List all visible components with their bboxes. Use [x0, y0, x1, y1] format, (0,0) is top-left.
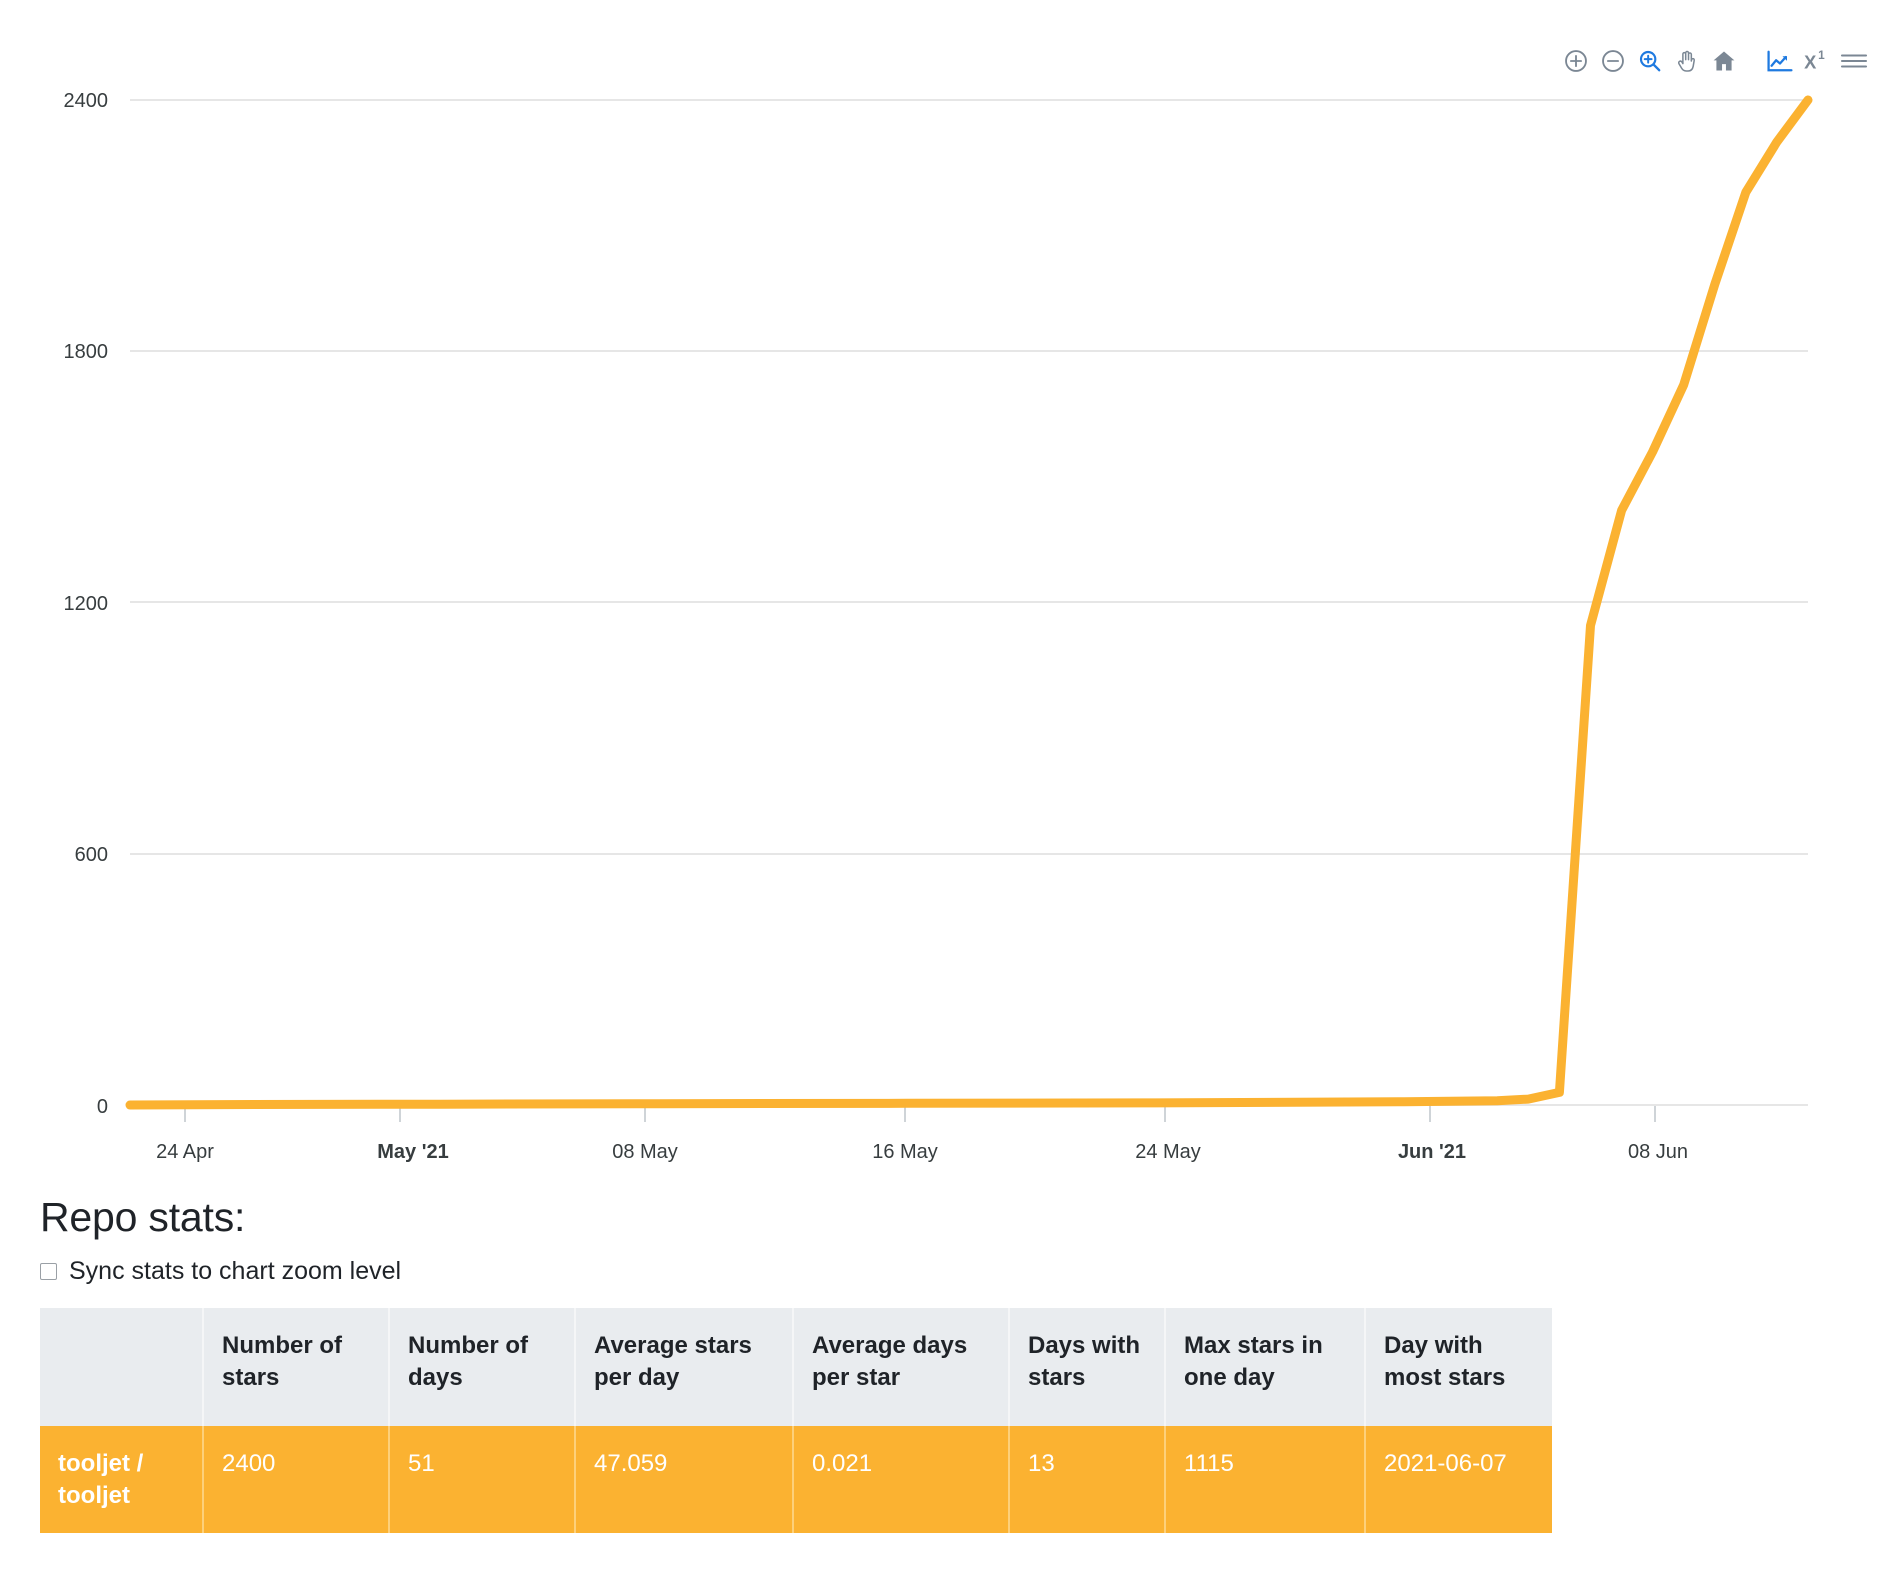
repo-stats-section: Repo stats: Sync stats to chart zoom lev…	[40, 1196, 1850, 1533]
table-row: tooljet / tooljet 2400 51 47.059 0.021 1…	[40, 1426, 1552, 1533]
y-tick-1800: 1800	[64, 341, 109, 363]
y-tick-0: 0	[97, 1096, 108, 1118]
col-header-repo	[40, 1308, 204, 1426]
col-header-day-with-most-stars: Day with most stars	[1366, 1308, 1552, 1426]
cell-average-stars-per-day: 47.059	[576, 1426, 794, 1533]
cell-day-with-most-stars: 2021-06-07	[1366, 1426, 1552, 1533]
x-tick-08-jun: 08 Jun	[1628, 1141, 1688, 1163]
y-tick-1200: 1200	[64, 593, 109, 615]
repo-stats-table: Number of stars Number of days Average s…	[40, 1308, 1552, 1533]
stars-over-time-chart: X 1 2400 1800	[0, 0, 1890, 1180]
x-tick-16-may: 16 May	[872, 1141, 938, 1163]
x-tick-24-apr: 24 Apr	[156, 1141, 214, 1163]
cell-number-of-stars: 2400	[204, 1426, 390, 1533]
cell-max-stars-in-one-day: 1115	[1166, 1426, 1366, 1533]
sync-stats-label[interactable]: Sync stats to chart zoom level	[69, 1257, 401, 1286]
sync-stats-checkbox[interactable]	[40, 1263, 57, 1280]
cell-days-with-stars: 13	[1010, 1426, 1166, 1533]
chart-plot-area[interactable]: 2400 1800 1200 600 0 24 Apr May '21 0	[0, 0, 1890, 1180]
col-header-avg-days-per-star: Average days per star	[794, 1308, 1010, 1426]
x-tick-may-21: May '21	[377, 1141, 448, 1163]
col-header-number-of-stars: Number of stars	[204, 1308, 390, 1426]
x-tick-08-may: 08 May	[612, 1141, 678, 1163]
cell-average-days-per-star: 0.021	[794, 1426, 1010, 1533]
cell-number-of-days: 51	[390, 1426, 576, 1533]
page-title: Repo stats:	[40, 1196, 1850, 1239]
x-tick-24-may: 24 May	[1135, 1141, 1201, 1163]
y-tick-600: 600	[75, 844, 108, 866]
y-tick-2400: 2400	[64, 90, 109, 112]
col-header-days-with-stars: Days with stars	[1010, 1308, 1166, 1426]
starchart-page: X 1 2400 1800	[0, 0, 1890, 1586]
chart-gridlines	[130, 100, 1808, 1105]
col-header-max-stars-one-day: Max stars in one day	[1166, 1308, 1366, 1426]
col-header-number-of-days: Number of days	[390, 1308, 576, 1426]
x-tick-jun-21: Jun '21	[1398, 1141, 1466, 1163]
x-axis-labels: 24 Apr May '21 08 May 16 May 24 May Jun …	[156, 1141, 1688, 1163]
cell-repo: tooljet / tooljet	[40, 1426, 204, 1533]
y-axis-labels: 2400 1800 1200 600 0	[64, 90, 109, 1118]
sync-stats-row: Sync stats to chart zoom level	[40, 1257, 1850, 1286]
table-header-row: Number of stars Number of days Average s…	[40, 1308, 1552, 1426]
col-header-avg-stars-per-day: Average stars per day	[576, 1308, 794, 1426]
